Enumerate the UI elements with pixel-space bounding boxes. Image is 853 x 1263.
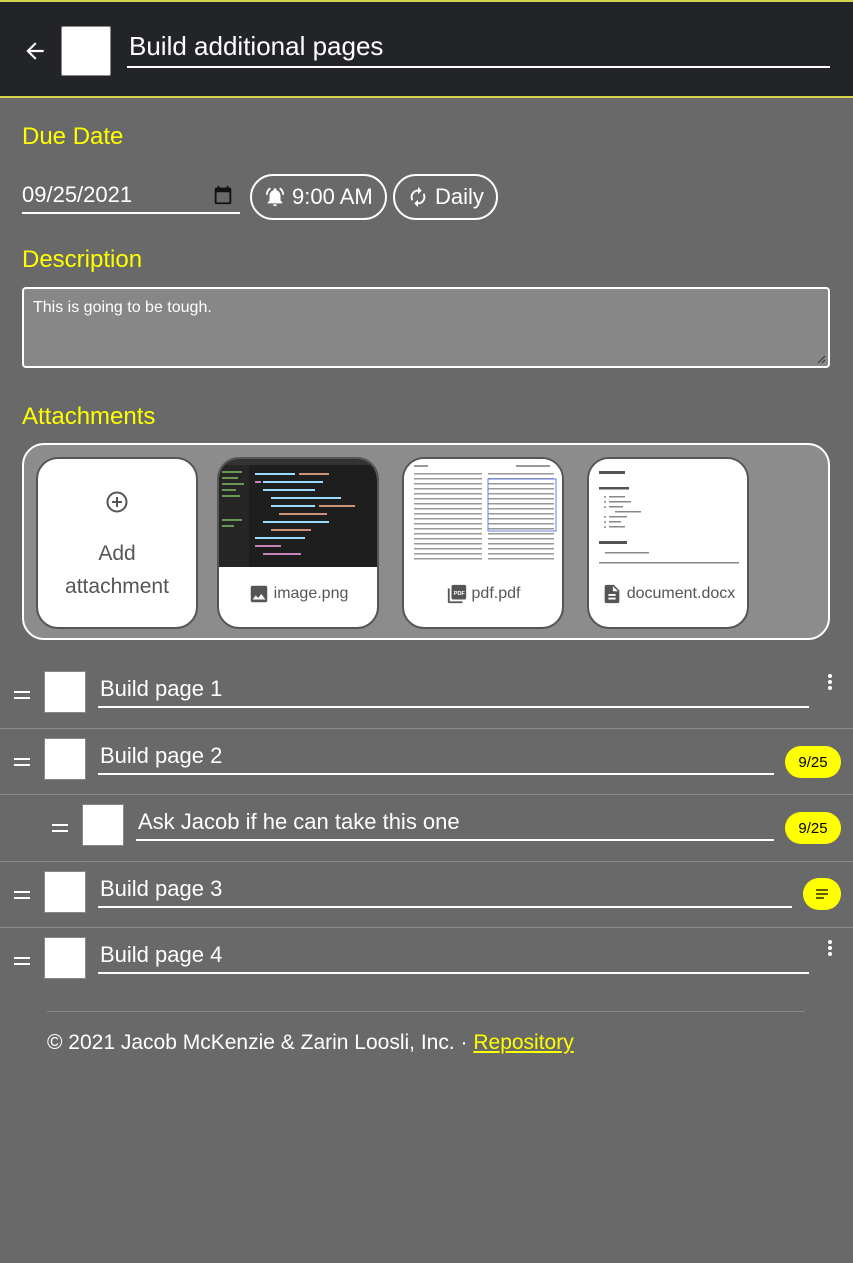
- task-title-input[interactable]: [127, 30, 830, 68]
- attachment-label: PDF pdf.pdf: [404, 583, 562, 605]
- image-thumbnail: [219, 459, 377, 567]
- drag-handle-icon[interactable]: [14, 758, 30, 766]
- footer-divider: [47, 1011, 805, 1012]
- add-attachment-label: Add attachment: [65, 542, 169, 598]
- drag-handle-icon[interactable]: [14, 957, 30, 965]
- attachment-card-image[interactable]: image.png: [217, 457, 379, 629]
- svg-text:PDF: PDF: [453, 591, 465, 597]
- subtask-row: Build page 3: [0, 862, 853, 928]
- time-value: 9:00 AM: [292, 184, 373, 209]
- due-date-value: 09/25/2021: [22, 182, 133, 207]
- image-icon: [250, 585, 267, 603]
- repeat-icon: [410, 186, 426, 208]
- attachment-card-pdf[interactable]: PDF pdf.pdf: [402, 457, 564, 629]
- subtask-title-input[interactable]: Build page 2: [98, 737, 774, 775]
- attachment-label: document.docx: [589, 583, 747, 605]
- back-arrow-icon[interactable]: [22, 38, 48, 64]
- document-icon: [604, 584, 620, 604]
- description-label: Description: [22, 246, 143, 273]
- subtask-row: Build page 2 9/25: [0, 729, 853, 795]
- more-vert-icon[interactable]: [826, 940, 834, 962]
- subtask-checkbox[interactable]: [44, 871, 86, 913]
- subtask-checkbox[interactable]: [82, 804, 124, 846]
- subtask-title-input[interactable]: Build page 1: [98, 670, 809, 708]
- more-vert-icon[interactable]: [826, 674, 834, 696]
- notes-badge[interactable]: [803, 878, 841, 910]
- pdf-thumbnail: [404, 459, 562, 567]
- attachments-label: Attachments: [22, 403, 156, 430]
- attachment-label: image.png: [219, 583, 377, 605]
- subtask-row: Ask Jacob if he can take this one 9/25: [0, 795, 853, 861]
- footer: © 2021 Jacob McKenzie & Zarin Loosli, In…: [47, 1031, 574, 1055]
- copyright-text: © 2021 Jacob McKenzie & Zarin Loosli, In…: [47, 1031, 474, 1054]
- due-date-field[interactable]: 09/25/2021: [22, 178, 240, 214]
- add-attachment-button[interactable]: Add attachment: [36, 457, 198, 629]
- task-complete-checkbox[interactable]: [61, 26, 111, 76]
- subtask-checkbox[interactable]: [44, 937, 86, 979]
- subtask-checkbox[interactable]: [44, 738, 86, 780]
- subtask-title-input[interactable]: Ask Jacob if he can take this one: [136, 803, 774, 841]
- repository-link[interactable]: Repository: [473, 1031, 573, 1054]
- alarm-icon: [265, 187, 285, 207]
- add-circle-icon: [106, 491, 128, 513]
- due-date-badge[interactable]: 9/25: [785, 746, 841, 778]
- calendar-icon[interactable]: [212, 184, 234, 206]
- notes-icon: [816, 889, 828, 899]
- document-thumbnail: [589, 459, 747, 567]
- subtask-row: Build page 4: [0, 928, 853, 994]
- drag-handle-icon[interactable]: [14, 691, 30, 699]
- subtask-title-input[interactable]: Build page 4: [98, 936, 809, 974]
- subtask-checkbox[interactable]: [44, 671, 86, 713]
- subtask-row: Build page 1: [0, 662, 853, 728]
- repeat-value: Daily: [435, 184, 484, 209]
- repeat-button[interactable]: Daily: [393, 174, 498, 220]
- subtask-title-input[interactable]: Build page 3: [98, 870, 792, 908]
- drag-handle-icon[interactable]: [14, 891, 30, 899]
- time-button[interactable]: 9:00 AM: [250, 174, 387, 220]
- due-date-label: Due Date: [22, 123, 124, 150]
- description-text: This is going to be tough.: [33, 299, 212, 316]
- resize-handle-icon[interactable]: [816, 354, 826, 364]
- due-date-badge[interactable]: 9/25: [785, 812, 841, 844]
- pdf-icon: PDF: [447, 584, 466, 604]
- top-bar: [0, 0, 853, 98]
- drag-handle-icon[interactable]: [52, 824, 68, 832]
- attachment-card-document[interactable]: document.docx: [587, 457, 749, 629]
- description-textarea[interactable]: This is going to be tough.: [22, 287, 830, 368]
- attachments-panel: Add attachment image.png PDF pdf.pdf doc…: [22, 443, 830, 640]
